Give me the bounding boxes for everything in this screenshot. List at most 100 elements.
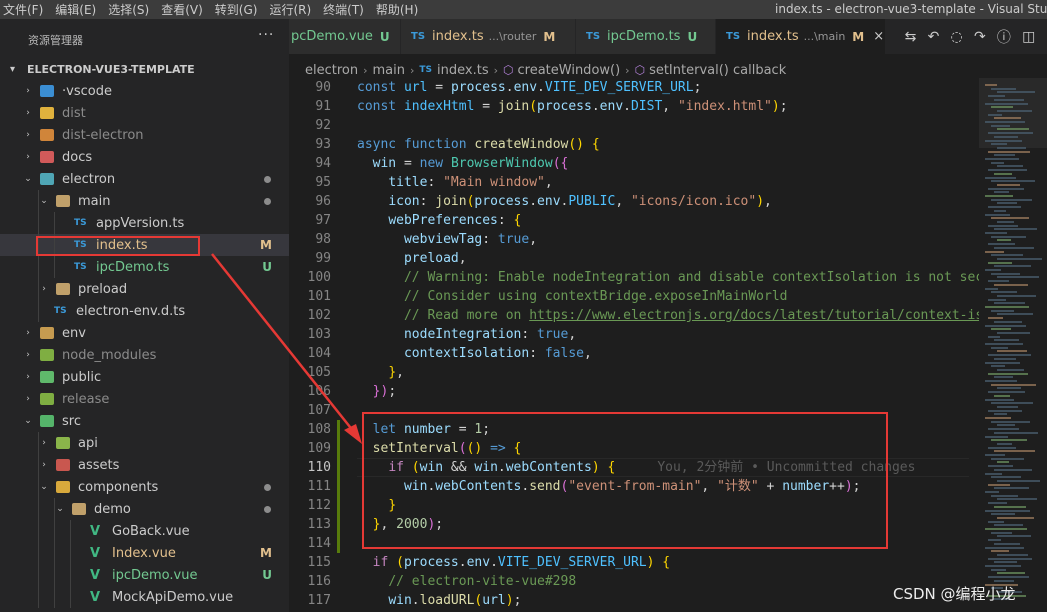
tree-folder[interactable]: ⌄ src	[0, 410, 289, 432]
code-line[interactable]: 117 win.loadURL(url);	[289, 591, 979, 610]
menu-item[interactable]: 编辑(E)	[52, 1, 105, 18]
menu-item[interactable]: 终端(T)	[320, 1, 373, 18]
indent-guide	[54, 520, 55, 542]
git-status-badge: M	[260, 238, 272, 252]
project-header[interactable]: ▾ ELECTRON-VUE3-TEMPLATE	[0, 58, 289, 80]
public-folder-icon	[40, 371, 54, 383]
tree-file[interactable]: TS ipcDemo.ts U	[0, 256, 289, 278]
code-line[interactable]: 92	[289, 116, 979, 135]
line-number: 116	[307, 574, 331, 589]
annotation-box-file	[36, 236, 200, 256]
tree-item-label: api	[78, 435, 98, 451]
info-icon[interactable]: ⓘ	[997, 27, 1011, 47]
tree-file[interactable]: V Index.vue M	[0, 542, 289, 564]
indent-guide	[38, 278, 39, 300]
tree-file[interactable]: VipcDemo.vue U	[0, 564, 289, 586]
go-forward-icon[interactable]: ↷	[974, 29, 986, 45]
minimap[interactable]	[979, 78, 1047, 612]
code-line[interactable]: 96 icon: join(process.env.PUBLIC, "icons…	[289, 192, 979, 211]
tree-folder[interactable]: › assets	[0, 454, 289, 476]
tree-folder[interactable]: › dist-electron	[0, 124, 289, 146]
tree-folder[interactable]: › preload	[0, 278, 289, 300]
line-number: 110	[307, 460, 331, 475]
code-line[interactable]: 105 },	[289, 363, 979, 382]
editor-tab[interactable]: TS ipcDemo.ts U	[576, 19, 716, 54]
tree-folder[interactable]: › dist	[0, 102, 289, 124]
minimap-line	[994, 302, 1025, 305]
minimap-line	[991, 550, 1009, 553]
tree-folder[interactable]: ⌄ components	[0, 476, 289, 498]
tree-file[interactable]: TS electron-env.d.ts	[0, 300, 289, 322]
code-line[interactable]: 93 async function createWindow() {	[289, 135, 979, 154]
code-line[interactable]: 97 webPreferences: {	[289, 211, 979, 230]
tree-file[interactable]: TS appVersion.ts	[0, 212, 289, 234]
go-back-icon[interactable]: ↶	[928, 29, 940, 45]
code-line[interactable]: 99 preload,	[289, 249, 979, 268]
minimap-line	[988, 317, 1003, 320]
close-icon[interactable]: ×	[873, 29, 884, 44]
minimap-line	[985, 213, 1010, 216]
breadcrumb-item[interactable]: index.ts	[437, 63, 489, 78]
minimap-line	[988, 354, 1031, 357]
indent-guide	[70, 586, 71, 608]
indent-guide	[54, 564, 55, 586]
code-line[interactable]: 102 // Read more on https://www.electron…	[289, 306, 979, 325]
code-line[interactable]: 106 });	[289, 382, 979, 401]
menu-item[interactable]: 查看(V)	[158, 1, 212, 18]
minimap-line	[991, 476, 1021, 479]
code-line[interactable]: 91 const indexHtml = join(process.env.DIS…	[289, 97, 979, 116]
menu-item[interactable]: 帮助(H)	[373, 1, 427, 18]
minimap-line	[985, 139, 1022, 142]
indent-guide	[38, 190, 39, 212]
ts-file-icon: TS	[419, 65, 433, 75]
line-number: 108	[307, 422, 331, 437]
menu-item[interactable]: 文件(F)	[0, 1, 52, 18]
menu-item[interactable]: 转到(G)	[212, 1, 267, 18]
menu-item[interactable]: 选择(S)	[105, 1, 158, 18]
file-tree: › ·vscode › dist › dist-electron › docs ⌄ electro…	[0, 80, 289, 608]
breadcrumb-item[interactable]: main	[373, 63, 405, 78]
breadcrumb-item[interactable]: setInterval() callback	[649, 63, 786, 78]
editor-tab[interactable]: TS index.ts ...\router M	[401, 19, 576, 54]
tree-folder[interactable]: › docs	[0, 146, 289, 168]
line-number: 104	[307, 346, 331, 361]
dot-icon[interactable]: ◌	[951, 29, 963, 45]
tree-folder[interactable]: › release	[0, 388, 289, 410]
tree-folder[interactable]: › api	[0, 432, 289, 454]
minimap-line	[985, 232, 1007, 234]
editor-tab[interactable]: TS index.ts ...\main M ×	[716, 19, 886, 54]
code-line[interactable]: 116 // electron-vite-vue#298	[289, 572, 979, 591]
code-line[interactable]: 94 win = new BrowserWindow({	[289, 154, 979, 173]
code-line[interactable]: 90 const url = process.env.VITE_DEV_SERVE…	[289, 78, 979, 97]
chevron-down-icon: ⌄	[24, 416, 32, 426]
code-line[interactable]: 98 webviewTag: true,	[289, 230, 979, 249]
code-line[interactable]: 115 if (process.env.VITE_DEV_SERVER_URL)…	[289, 553, 979, 572]
code-text: const url = process.env.VITE_DEV_SERVER_…	[357, 80, 702, 95]
tree-folder[interactable]: › ·vscode	[0, 80, 289, 102]
tree-folder[interactable]: ⌄ main	[0, 190, 289, 212]
code-line[interactable]: 100 // Warning: Enable nodeIntegration a…	[289, 268, 979, 287]
code-line[interactable]: 101 // Consider using contextBridge.expo…	[289, 287, 979, 306]
minimap-line	[988, 113, 1002, 116]
code-line[interactable]: 95 title: "Main window",	[289, 173, 979, 192]
chevron-right-icon: ›	[26, 394, 30, 404]
tree-file[interactable]: V GoBack.vue	[0, 520, 289, 542]
line-number: 99	[315, 251, 331, 266]
more-actions-icon[interactable]: ···	[258, 27, 274, 43]
editor-tab[interactable]: pcDemo.vue U	[289, 19, 401, 54]
code-line[interactable]: 103 nodeIntegration: true,	[289, 325, 979, 344]
menu-item[interactable]: 运行(R)	[266, 1, 320, 18]
breadcrumb-item[interactable]: createWindow()	[518, 63, 621, 78]
git-added-gutter	[337, 477, 340, 496]
tree-folder[interactable]: ⌄ demo	[0, 498, 289, 520]
tree-folder[interactable]: › env	[0, 322, 289, 344]
tree-folder[interactable]: › node_modules	[0, 344, 289, 366]
tree-folder[interactable]: ⌄ electron	[0, 168, 289, 190]
breadcrumb-item[interactable]: electron	[305, 63, 358, 78]
git-compare-icon[interactable]: ⇆	[905, 29, 917, 45]
split-editor-icon[interactable]: ◫	[1022, 29, 1035, 45]
tree-file[interactable]: V MockApiDemo.vue	[0, 586, 289, 608]
annotation-box-code	[362, 412, 888, 549]
code-line[interactable]: 104 contextIsolation: false,	[289, 344, 979, 363]
tree-folder[interactable]: › public	[0, 366, 289, 388]
